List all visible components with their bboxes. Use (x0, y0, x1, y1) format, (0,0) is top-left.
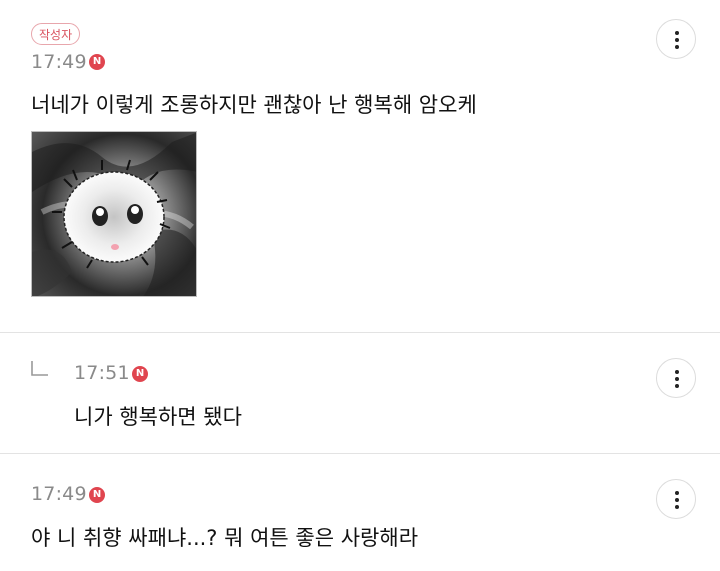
comment-text: 니가 행복하면 됐다 (74, 405, 242, 429)
comment-text: 너네가 이렇게 조롱하지만 괜찮아 난 행복해 암오케 (31, 93, 477, 117)
more-vertical-icon (675, 31, 679, 49)
comment-time: 17:49 (31, 483, 87, 505)
new-badge-icon: N (132, 366, 148, 382)
author-badge: 작성자 (31, 23, 81, 45)
comment-time: 17:51 (74, 362, 130, 384)
more-options-button[interactable] (656, 19, 696, 59)
more-vertical-icon (675, 370, 679, 388)
comment-time: 17:49 (31, 51, 87, 73)
more-options-button[interactable] (656, 479, 696, 519)
more-options-button[interactable] (656, 358, 696, 398)
reply-comment-item: 17:51 N 니가 행복하면 됐다 (0, 333, 720, 454)
fluffy-character-image (32, 132, 196, 296)
new-badge-icon: N (89, 54, 105, 70)
comment-attachment-image[interactable] (31, 131, 197, 297)
comment-text: 야 니 취향 싸패냐...? 뭐 여튼 좋은 사랑해라 (31, 526, 419, 550)
reply-arrow-icon (31, 361, 48, 376)
comment-item: 17:49 N 야 니 취향 싸패냐...? 뭐 여튼 좋은 사랑해라 (0, 454, 720, 571)
comment-item: 작성자 17:49 N 너네가 이렇게 조롱하지만 괜찮아 난 행복해 암오케 (0, 0, 720, 333)
more-vertical-icon (675, 491, 679, 509)
new-badge-icon: N (89, 487, 105, 503)
